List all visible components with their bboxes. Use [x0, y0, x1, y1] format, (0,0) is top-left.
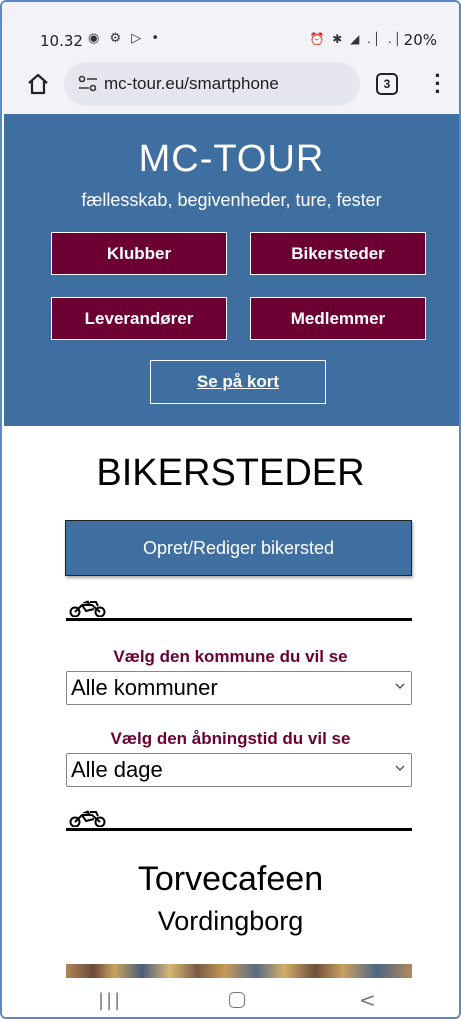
nav-button-medlemmer[interactable]: Medlemmer — [250, 297, 426, 340]
notification-icons: ◉ ⚙ ▷ • — [88, 31, 163, 46]
section-divider — [66, 809, 412, 831]
tabs-icon[interactable]: 3 — [376, 73, 398, 95]
site-settings-icon[interactable] — [78, 75, 98, 93]
divider-line — [66, 828, 412, 831]
url-text: mc-tour.eu/smartphone — [104, 74, 279, 93]
browser-toolbar: mc-tour.eu/smartphone 3 · · · — [2, 54, 459, 114]
site-title[interactable]: MC-TOUR — [4, 138, 459, 181]
chevron-down-icon — [395, 683, 405, 689]
site-tagline: fællesskab, begivenheder, ture, fester — [81, 190, 382, 210]
nav-button-klubber[interactable]: Klubber — [51, 232, 227, 275]
divider-line — [66, 618, 412, 621]
home-icon[interactable] — [26, 72, 50, 96]
nav-button-leverandorer[interactable]: Leverandører — [51, 297, 227, 340]
address-bar[interactable]: mc-tour.eu/smartphone — [64, 62, 360, 106]
system-navigation-bar: ||| < — [2, 978, 459, 1017]
phone-screen: 10.32 ◉ ⚙ ▷ • ⏰ ✱ ◢ .│ .│ 20% mc-tour.eu… — [0, 0, 461, 1019]
kommune-selected-value: Alle kommuner — [71, 675, 218, 700]
aabningstid-filter-label: Vælg den åbningstid du vil se — [110, 729, 351, 748]
battery-level: 20% — [403, 31, 437, 49]
system-status-icons: ⏰ ✱ ◢ .│ .│ — [309, 32, 403, 46]
venue-city: Vordingborg — [157, 906, 304, 936]
chevron-down-icon — [395, 765, 405, 771]
overflow-menu-icon[interactable]: · · · — [432, 65, 444, 103]
recent-apps-button[interactable]: ||| — [98, 990, 122, 1011]
kommune-select[interactable]: Alle kommuner — [66, 671, 412, 705]
back-button[interactable]: < — [359, 988, 376, 1012]
motorcycle-icon — [69, 810, 106, 827]
aabningstid-selected-value: Alle dage — [71, 757, 163, 782]
create-edit-venue-button[interactable]: Opret/Rediger bikersted — [65, 520, 412, 576]
map-link-button[interactable]: Se på kort — [150, 360, 326, 404]
section-divider — [66, 599, 412, 621]
site-header: MC-TOUR fællesskab, begivenheder, ture, … — [4, 114, 459, 426]
motorcycle-icon — [69, 600, 106, 617]
kommune-filter-label: Vælg den kommune du vil se — [113, 647, 348, 666]
venue-photo[interactable] — [66, 964, 412, 978]
aabningstid-select[interactable]: Alle dage — [66, 753, 412, 787]
venue-name[interactable]: Torvecafeen — [2, 860, 459, 899]
nav-button-bikersteder[interactable]: Bikersteder — [250, 232, 426, 275]
home-button[interactable] — [229, 992, 245, 1008]
clock: 10.32 — [40, 32, 83, 50]
page-title: BIKERSTEDER — [96, 452, 365, 494]
status-bar: 10.32 ◉ ⚙ ▷ • ⏰ ✱ ◢ .│ .│ 20% — [2, 2, 459, 54]
